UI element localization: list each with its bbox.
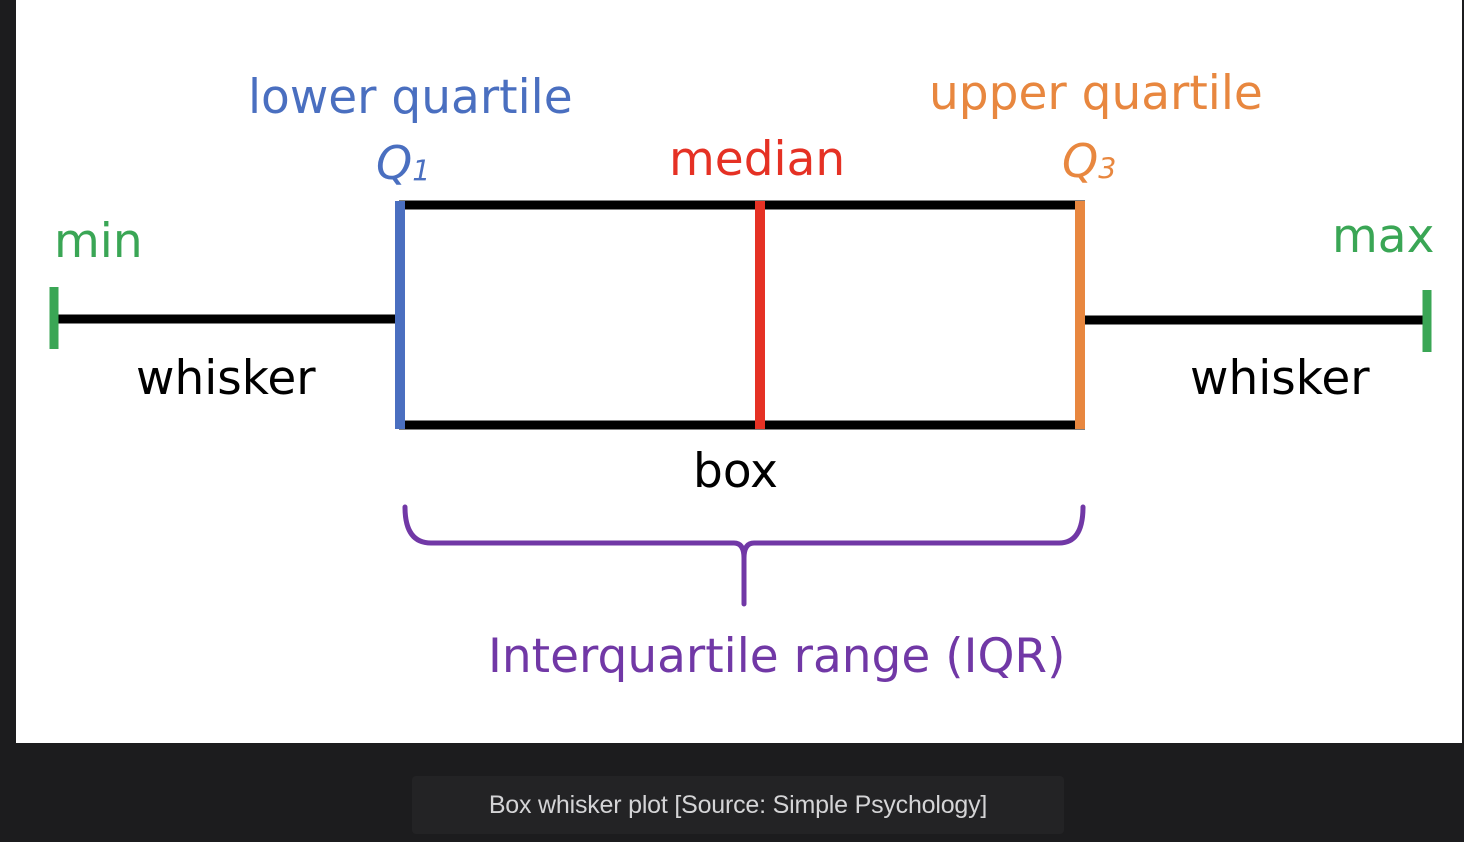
min-label: min bbox=[54, 214, 143, 269]
right-whisker-label: whisker bbox=[1190, 351, 1370, 406]
box-label: box bbox=[693, 444, 778, 499]
figure-frame: lower quartile Q1 median upper quartile … bbox=[0, 0, 1464, 842]
q3-index: 3 bbox=[1098, 152, 1117, 186]
q1-letter: Q bbox=[376, 136, 413, 190]
q1-index: 1 bbox=[412, 154, 431, 188]
upper-quartile-label: upper quartile bbox=[929, 66, 1263, 121]
max-label: max bbox=[1332, 209, 1435, 264]
lower-quartile-label: lower quartile bbox=[248, 70, 573, 125]
box-whisker-diagram: lower quartile Q1 median upper quartile … bbox=[16, 0, 1462, 743]
q1-label: Q1 bbox=[376, 140, 430, 186]
q3-letter: Q bbox=[1062, 134, 1099, 188]
iqr-brace bbox=[402, 504, 1086, 607]
left-whisker-label: whisker bbox=[136, 351, 316, 406]
figure-caption: Box whisker plot [Source: Simple Psychol… bbox=[412, 776, 1064, 834]
median-label: median bbox=[669, 132, 846, 187]
iqr-label: Interquartile range (IQR) bbox=[488, 629, 1066, 684]
q3-label: Q3 bbox=[1062, 138, 1116, 184]
